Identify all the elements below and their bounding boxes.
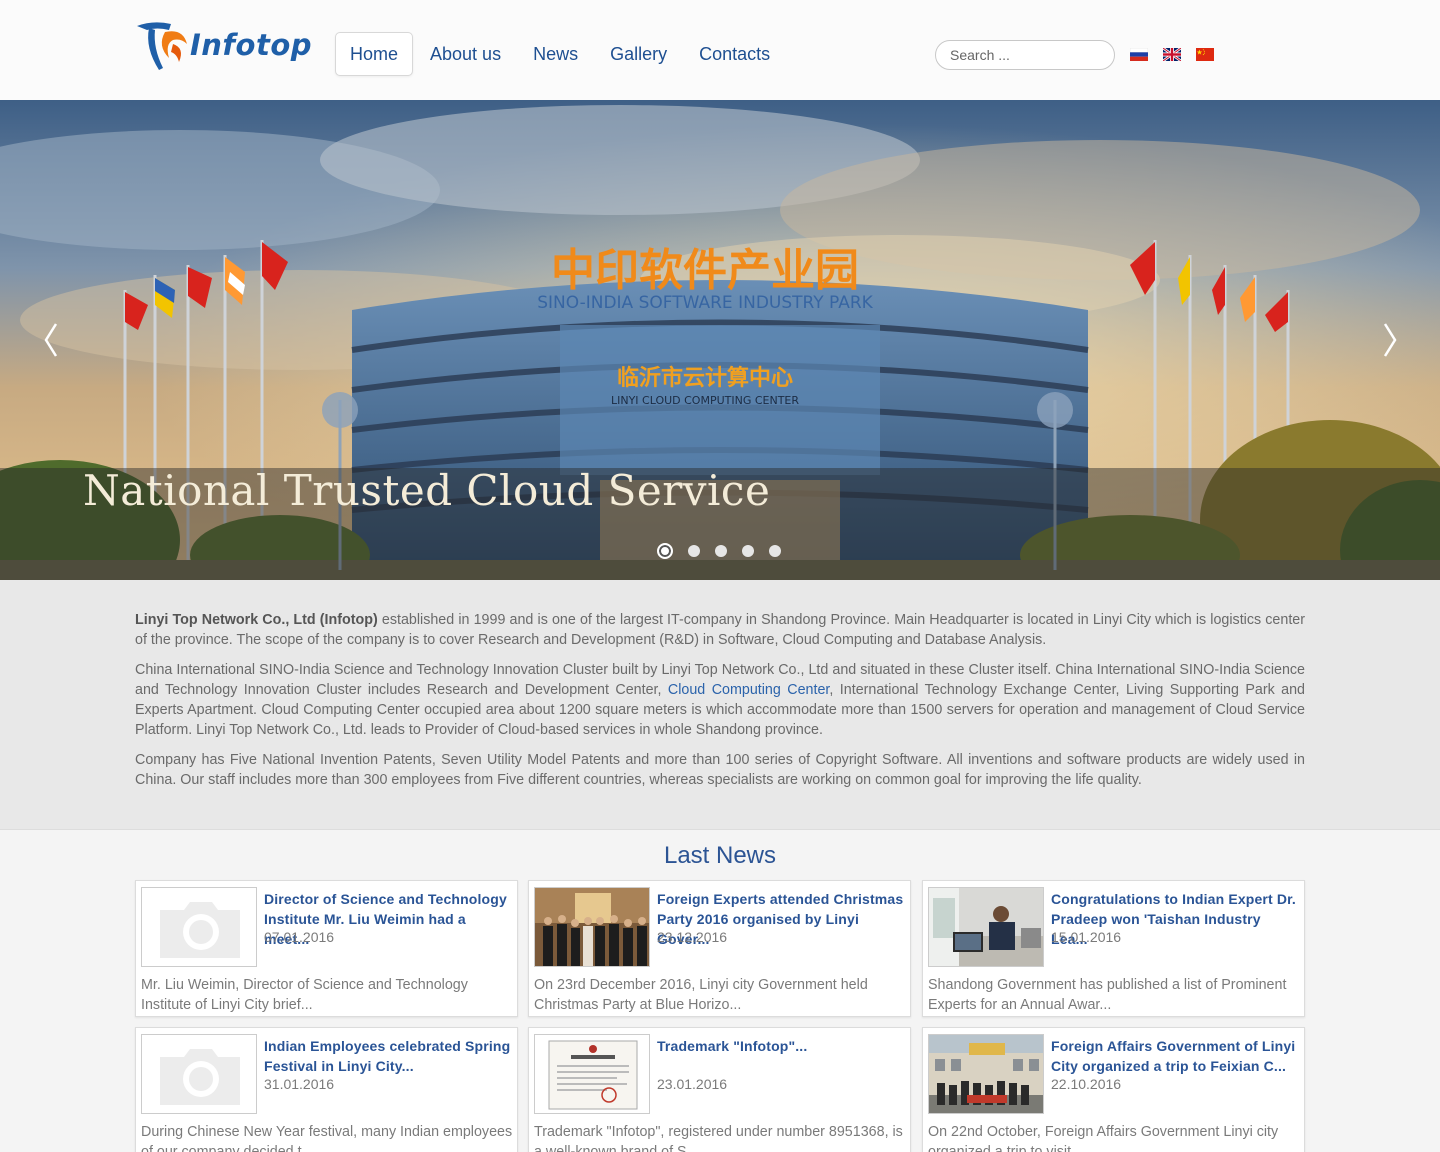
certificate-photo [535, 1035, 649, 1113]
news-excerpt: During Chinese New Year festival, many I… [141, 1124, 513, 1152]
news-date: 07.01.2016 [264, 929, 335, 945]
about-text: Linyi Top Network Co., Ltd (Infotop) est… [135, 610, 1305, 800]
news-thumbnail[interactable] [534, 887, 650, 967]
slide-dot-1[interactable] [657, 543, 673, 559]
news-excerpt: Trademark "Infotop", registered under nu… [534, 1124, 903, 1152]
news-thumbnail[interactable] [534, 1034, 650, 1114]
camera-placeholder-icon [142, 1035, 256, 1113]
nav-about-us[interactable]: About us [415, 32, 516, 76]
news-thumbnail[interactable] [928, 1034, 1044, 1114]
logo-text: Infotop [190, 28, 313, 62]
hero-building-en: LINYI CLOUD COMPUTING CENTER [611, 394, 799, 407]
nav-contacts[interactable]: Contacts [684, 32, 785, 76]
news-card[interactable]: Foreign Experts attended Christmas Party… [528, 880, 911, 1017]
main-nav: Home About us News Gallery Contacts [335, 32, 787, 76]
last-news-heading: Last News [663, 842, 777, 869]
news-date: 15.01.2016 [1051, 929, 1122, 945]
hero-slider: 中印软件产业园 SINO-INDIA SOFTWARE INDUSTRY PAR… [0, 100, 1440, 580]
news-title[interactable]: Trademark "Infotop"... [657, 1036, 905, 1056]
news-title[interactable]: Indian Employees celebrated Spring Festi… [264, 1036, 512, 1076]
news-card[interactable]: Foreign Affairs Government of Linyi City… [922, 1027, 1305, 1152]
hero-building-cn: 临沂市云计算中心 [617, 365, 793, 391]
news-date: 31.01.2016 [264, 1076, 335, 1092]
news-thumbnail[interactable] [141, 887, 257, 967]
uk-flag-icon[interactable] [1163, 48, 1181, 61]
ru-flag-icon[interactable] [1130, 48, 1148, 61]
site-header: Infotop Home About us News Gallery Conta… [0, 0, 1440, 100]
about-section: Linyi Top Network Co., Ltd (Infotop) est… [0, 580, 1440, 830]
hero-caption: National Trusted Cloud Service [83, 466, 771, 515]
news-title[interactable]: Foreign Affairs Government of Linyi City… [1051, 1036, 1299, 1076]
group-photo [535, 888, 649, 966]
cn-flag-icon[interactable] [1196, 48, 1214, 61]
hero-sign-cn: 中印软件产业园 [551, 245, 859, 296]
about-paragraph-2: China International SINO-India Science a… [135, 660, 1305, 740]
next-slide-icon[interactable] [1375, 320, 1405, 360]
news-card[interactable]: Trademark "Infotop"... 23.01.2016 Tradem… [528, 1027, 911, 1152]
news-excerpt: On 22nd October, Foreign Affairs Governm… [928, 1124, 1279, 1152]
news-date: 22.10.2016 [1051, 1076, 1122, 1092]
hero-sign-en: SINO-INDIA SOFTWARE INDUSTRY PARK [537, 293, 873, 313]
news-card[interactable]: Congratulations to Indian Expert Dr. Pra… [922, 880, 1305, 1017]
nav-news[interactable]: News [518, 32, 593, 76]
nav-gallery[interactable]: Gallery [595, 32, 682, 76]
office-photo [929, 888, 1043, 966]
about-paragraph-3: Company has Five National Invention Pate… [135, 752, 1305, 788]
logo-mark-icon [137, 22, 187, 70]
camera-placeholder-icon [142, 888, 256, 966]
prev-slide-icon[interactable] [36, 320, 66, 360]
search-input[interactable] [935, 40, 1115, 70]
slide-dot-5[interactable] [769, 545, 781, 557]
slide-dot-3[interactable] [715, 545, 727, 557]
company-name: Linyi Top Network Co., Ltd (Infotop) [135, 612, 378, 628]
slide-dot-4[interactable] [742, 545, 754, 557]
news-card[interactable]: Director of Science and Technology Insti… [135, 880, 518, 1017]
news-thumbnail[interactable] [928, 887, 1044, 967]
news-thumbnail[interactable] [141, 1034, 257, 1114]
group-outdoor-photo [929, 1035, 1043, 1113]
language-switcher [1130, 48, 1214, 61]
news-card[interactable]: Indian Employees celebrated Spring Festi… [135, 1027, 518, 1152]
news-excerpt: Shandong Government has published a list… [928, 977, 1287, 1013]
about-paragraph-1: Linyi Top Network Co., Ltd (Infotop) est… [135, 610, 1305, 650]
news-excerpt: Mr. Liu Weimin, Director of Science and … [141, 977, 468, 1013]
news-date: 23.12.2016 [657, 929, 728, 945]
infotop-logo[interactable]: Infotop [135, 18, 313, 76]
slide-indicators [657, 543, 781, 559]
nav-home[interactable]: Home [335, 32, 414, 76]
slide-dot-2[interactable] [688, 545, 700, 557]
news-date: 23.01.2016 [657, 1076, 728, 1092]
cloud-computing-center-link[interactable]: Cloud Computing Center [668, 682, 829, 698]
news-excerpt: On 23rd December 2016, Linyi city Govern… [534, 977, 868, 1013]
